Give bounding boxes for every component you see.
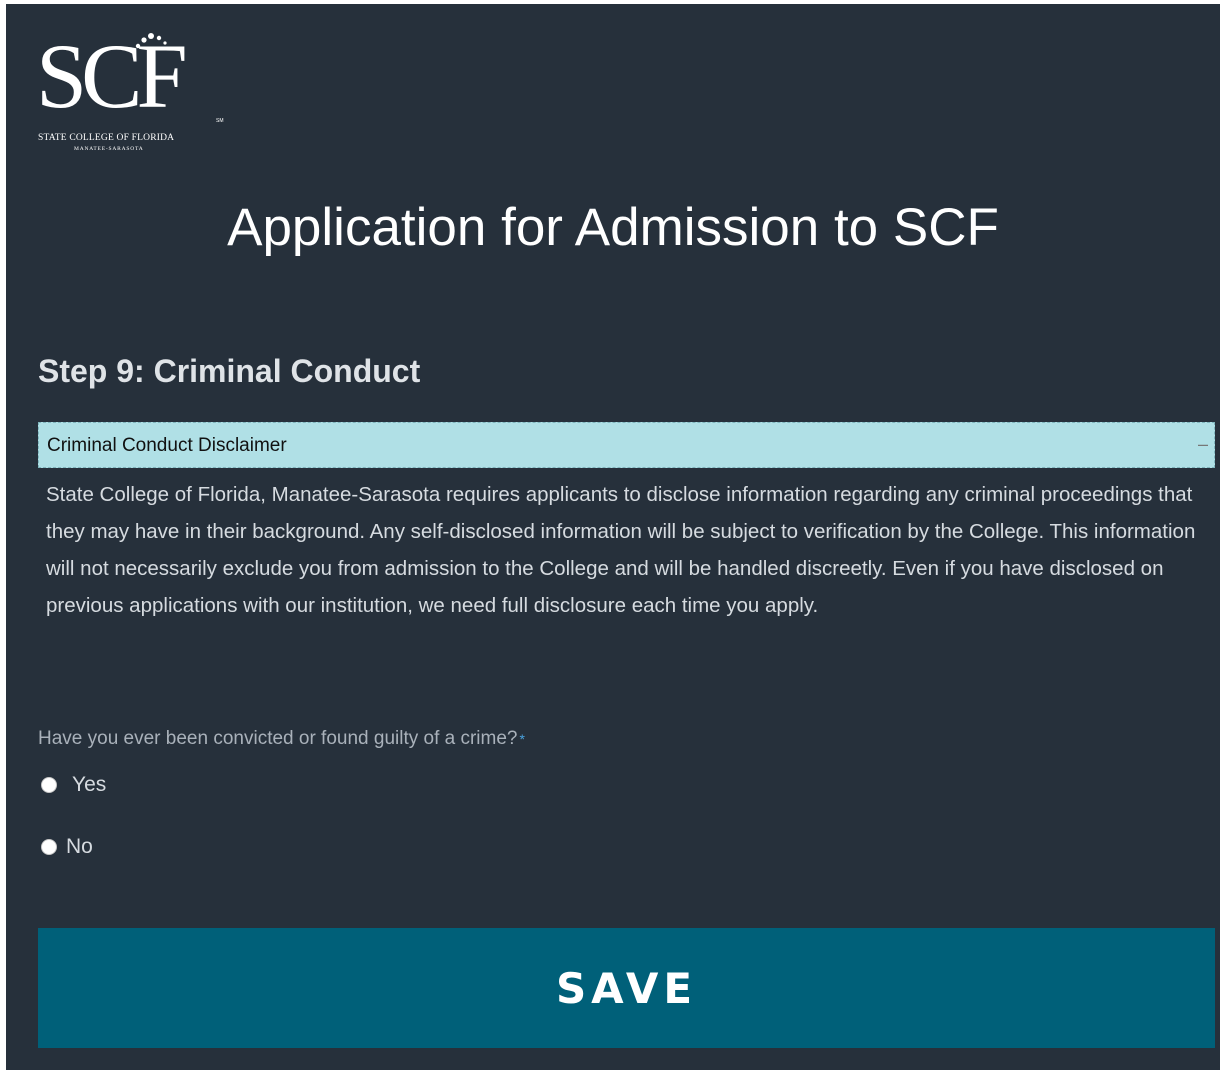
collapse-icon[interactable]: – bbox=[1198, 433, 1208, 455]
radio-label-yes: Yes bbox=[72, 773, 107, 796]
save-button[interactable]: SAVE bbox=[38, 928, 1215, 1048]
logo-college-name: STATE COLLEGE OF FLORIDA bbox=[38, 133, 175, 143]
page-title: Application for Admission to SCF bbox=[227, 198, 999, 257]
application-page: SCF SM STATE COLLEGE OF FLORIDA MANATEE-… bbox=[6, 4, 1220, 1070]
radio-button-yes[interactable] bbox=[41, 777, 57, 793]
radio-button-no[interactable] bbox=[41, 839, 57, 855]
logo-trademark: SM bbox=[216, 118, 224, 124]
radio-option-no[interactable]: No bbox=[41, 834, 93, 860]
required-indicator: * bbox=[519, 731, 525, 747]
radio-label-no: No bbox=[66, 835, 93, 858]
scf-logo: SCF SM STATE COLLEGE OF FLORIDA MANATEE-… bbox=[36, 30, 236, 160]
disclaimer-text: State College of Florida, Manatee-Saraso… bbox=[46, 483, 1196, 617]
logo-letters: SCF bbox=[36, 25, 188, 127]
crime-question: Have you ever been convicted or found gu… bbox=[38, 726, 525, 752]
radio-option-yes[interactable]: Yes bbox=[41, 772, 106, 798]
question-label: Have you ever been convicted or found gu… bbox=[38, 728, 518, 749]
disclaimer-panel-header[interactable]: Criminal Conduct Disclaimer – bbox=[38, 422, 1215, 468]
logo-location: MANATEE-SARASOTA bbox=[74, 146, 144, 152]
disclaimer-title: Criminal Conduct Disclaimer bbox=[47, 435, 287, 456]
step-title: Step 9: Criminal Conduct bbox=[38, 353, 421, 389]
